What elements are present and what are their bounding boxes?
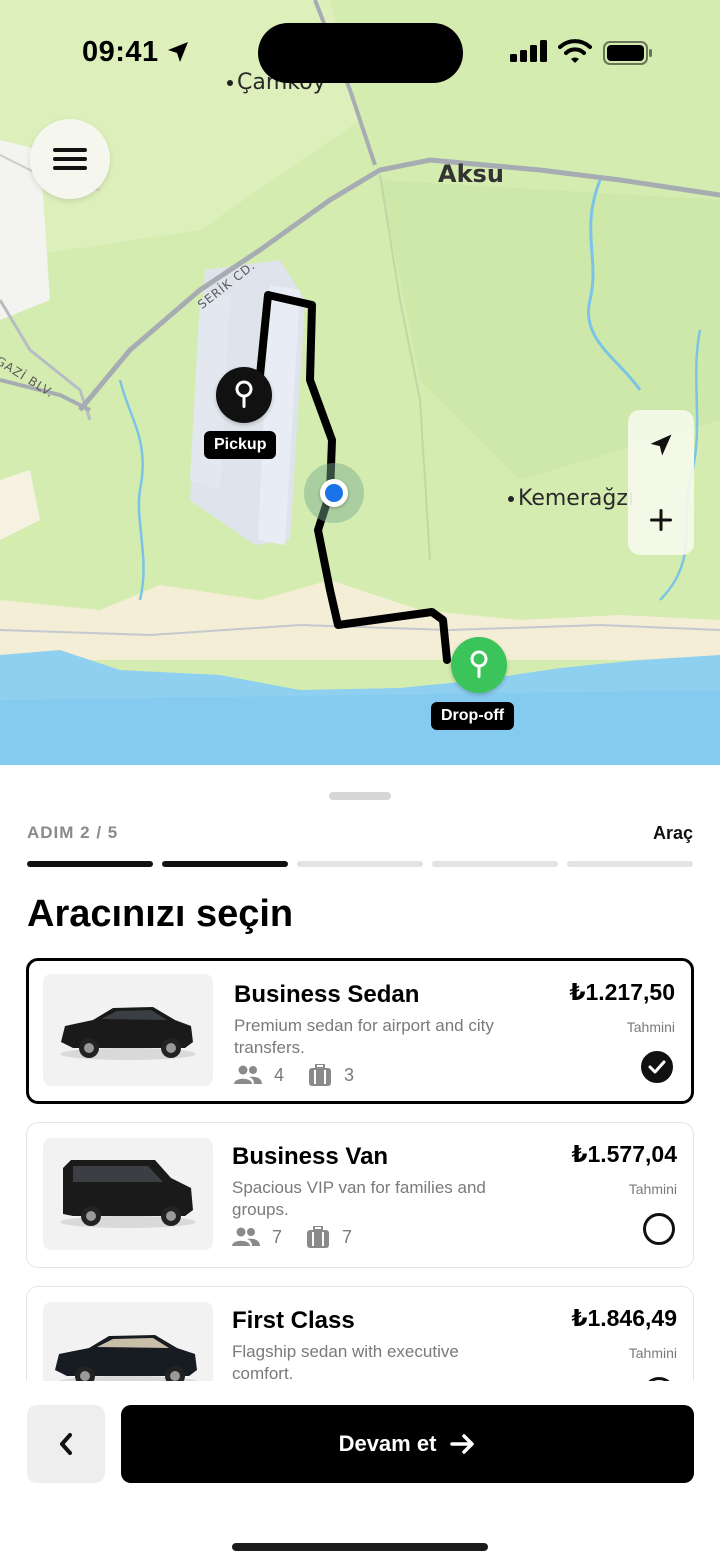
vehicle-card-business-sedan[interactable]: Business Sedan Premium sedan for airport… [26,958,694,1104]
car-image [43,1138,213,1250]
dynamic-island [258,23,463,83]
arrow-right-icon [450,1433,476,1455]
vehicle-price: ₺1.846,49 [571,1305,677,1331]
chevron-left-icon [60,1433,72,1455]
vehicle-card-business-van[interactable]: Business Van Spacious VIP van for famili… [26,1122,694,1268]
vehicle-capacity: 4 3 [234,1064,378,1086]
luggage-count: 7 [342,1226,353,1247]
vehicle-name: Business Van [232,1143,389,1170]
menu-button[interactable] [30,119,110,199]
price-estimate-label: Tahmini [628,1345,677,1361]
price-estimate-label: Tahmini [628,1181,677,1197]
vehicle-selection-sheet: ADIM 2 / 5 Araç Aracınızı seçin Business… [0,765,720,1565]
status-bar: 09:41 [0,0,720,100]
passenger-count: 4 [274,1064,285,1085]
bottom-action-bar: Devam et [0,1381,720,1565]
zoom-in-button[interactable] [628,485,694,555]
vehicle-name: First Class [232,1307,355,1334]
battery-icon [603,41,652,65]
plus-icon [650,509,672,531]
user-location-dot [320,479,348,507]
step-progress [27,861,693,867]
vehicle-price: ₺1.217,50 [569,979,675,1005]
luggage-icon [309,1064,332,1086]
dropoff-label: Drop-off [431,702,515,730]
step-counter: ADIM 2 / 5 [27,823,119,842]
dropoff-pin[interactable] [451,637,507,693]
vehicle-description: Premium sedan for airport and city trans… [234,1016,494,1057]
progress-segment [297,861,423,867]
passenger-count: 7 [272,1226,283,1247]
checkmark-icon [648,1060,666,1074]
vehicle-capacity: 7 7 [232,1226,376,1248]
sheet-grabber[interactable] [329,792,391,800]
map-label-aksu: Aksu [438,160,504,188]
passengers-icon [234,1065,262,1084]
price-estimate-label: Tahmini [626,1019,675,1035]
map-canvas [0,0,720,780]
map-label-kemeragzi: Kemerağzı [508,486,634,511]
status-time: 09:41 [82,36,159,68]
pickup-pin[interactable] [216,367,272,423]
pin-key-icon [470,650,488,678]
vehicle-radio[interactable] [643,1213,675,1245]
location-arrow-icon [650,434,672,456]
map-view[interactable]: Çamköy Aksu Kemerağzı SERİK CD. GAZİ BLV… [0,0,720,780]
wifi-icon [558,39,592,63]
continue-label: Devam et [338,1431,437,1456]
sedan-icon [60,1007,196,1060]
pin-key-icon [235,380,253,408]
continue-button[interactable]: Devam et [121,1405,694,1483]
progress-segment [27,861,153,867]
car-image [43,1302,213,1381]
vehicle-description: Flagship sedan with executive comfort. [232,1342,459,1381]
vehicle-name: Business Sedan [234,981,420,1008]
van-icon [60,1160,196,1228]
home-indicator [232,1543,488,1551]
step-name: Araç [652,823,693,843]
luggage-icon [307,1226,330,1248]
cellular-signal-icon [510,40,547,62]
car-image [43,974,213,1086]
vehicle-list[interactable]: Business Sedan Premium sedan for airport… [0,958,720,1381]
sedan-icon [55,1335,198,1381]
luggage-count: 3 [344,1064,355,1085]
progress-segment [162,861,288,867]
back-button[interactable] [27,1405,105,1483]
vehicle-radio-selected[interactable] [641,1051,673,1083]
passengers-icon [232,1227,260,1246]
vehicle-description: Spacious VIP van for families and groups… [232,1178,486,1219]
vehicle-card-first-class[interactable]: First Class Flagship sedan with executiv… [26,1286,694,1381]
location-services-icon [168,42,188,62]
pickup-label: Pickup [204,431,277,459]
progress-segment [432,861,558,867]
page-title: Aracınızı seçin [27,893,294,935]
map-controls [628,410,694,555]
progress-segment [567,861,693,867]
vehicle-price: ₺1.577,04 [571,1141,677,1167]
hamburger-icon [53,148,87,170]
locate-me-button[interactable] [628,410,694,480]
